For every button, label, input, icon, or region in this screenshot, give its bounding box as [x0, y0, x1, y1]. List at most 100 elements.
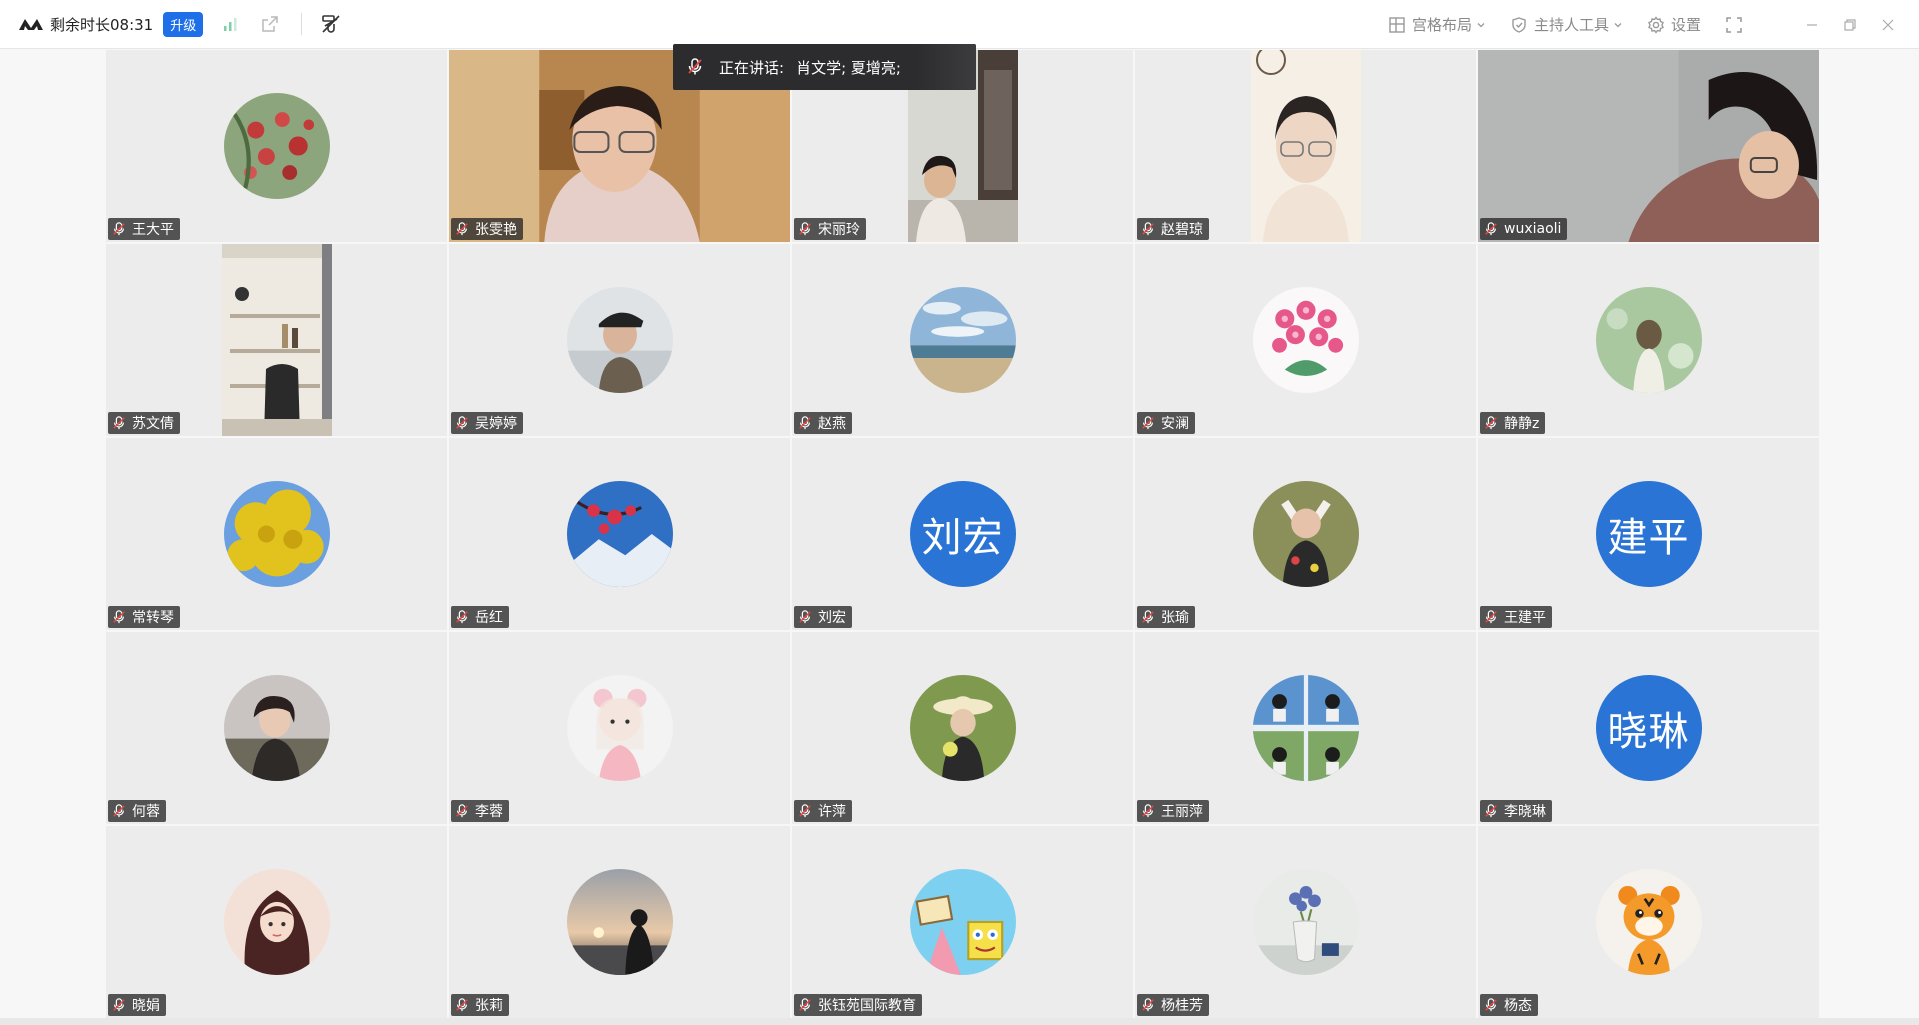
participant-name-tag: 张莉 — [451, 994, 509, 1016]
participant-name-tag: 杨桂芳 — [1137, 994, 1209, 1016]
participant-name: 王建平 — [1504, 610, 1546, 626]
participant-name: 吴婷婷 — [475, 416, 517, 432]
participant-tile[interactable]: 岳红 — [449, 438, 790, 630]
participant-tile[interactable]: 杨桂芳 — [1135, 826, 1476, 1018]
participant-video — [1251, 50, 1361, 242]
participant-avatar — [223, 675, 330, 781]
participant-tile[interactable]: 何蓉 — [106, 632, 447, 824]
share-external-icon[interactable] — [259, 13, 281, 35]
toolbar-divider — [301, 13, 303, 35]
participant-avatar — [223, 481, 330, 587]
participant-tile[interactable]: 王丽萍 — [1135, 632, 1476, 824]
participant-tile[interactable]: 晓娟 — [106, 826, 447, 1018]
mic-muted-icon — [1142, 222, 1154, 236]
mic-muted-icon — [799, 610, 811, 624]
participant-avatar — [1595, 287, 1702, 393]
participant-name: 何蓉 — [132, 804, 160, 820]
mic-muted-icon — [1485, 222, 1497, 236]
mic-muted-icon — [1485, 804, 1497, 818]
close-button[interactable] — [1871, 8, 1905, 42]
participant-name-tag: 常转琴 — [108, 606, 180, 628]
gear-icon — [1648, 15, 1664, 34]
participant-name: 宋丽玲 — [818, 222, 860, 238]
participant-avatar — [909, 287, 1016, 393]
participant-name: 李蓉 — [475, 804, 503, 820]
participant-avatar — [1595, 869, 1702, 975]
participant-name: 李晓琳 — [1504, 804, 1546, 820]
mic-muted-icon — [1485, 416, 1497, 430]
mic-muted-icon — [688, 58, 702, 75]
participant-tile[interactable]: 常转琴 — [106, 438, 447, 630]
participant-name: 王丽萍 — [1161, 804, 1203, 820]
mic-muted-icon — [456, 416, 468, 430]
participant-avatar — [1252, 481, 1359, 587]
settings-button[interactable]: 设置 — [1647, 14, 1701, 35]
mic-muted-icon — [113, 222, 125, 236]
mic-muted-icon — [1485, 998, 1497, 1012]
participant-tile[interactable]: 许萍 — [792, 632, 1133, 824]
participant-avatar — [1252, 869, 1359, 975]
watermark-logo-icon — [916, 44, 976, 90]
participant-name: wuxiaoli — [1504, 221, 1562, 237]
participant-name-tag: 赵燕 — [794, 412, 852, 434]
participant-name-tag: 岳红 — [451, 606, 509, 628]
participant-name: 张瑜 — [1161, 610, 1189, 626]
participant-avatar — [223, 869, 330, 975]
participant-name: 张莉 — [475, 998, 503, 1014]
fullscreen-button[interactable] — [1725, 16, 1749, 34]
participant-avatar — [566, 675, 673, 781]
mic-muted-icon — [799, 998, 811, 1012]
participant-avatar — [223, 93, 330, 199]
signal-bars-icon[interactable] — [219, 13, 241, 35]
mute-all-icon[interactable] — [320, 13, 342, 35]
participant-avatar — [566, 287, 673, 393]
participant-avatar: 晓琳 — [1595, 675, 1702, 781]
host-tools-label: 主持人工具 — [1533, 16, 1609, 34]
participant-tile[interactable]: 吴婷婷 — [449, 244, 790, 436]
participant-tile[interactable]: 刘宏 刘宏 — [792, 438, 1133, 630]
upgrade-button[interactable]: 升级 — [163, 11, 204, 37]
minimize-button[interactable] — [1795, 8, 1829, 42]
grid-layout-icon — [1389, 16, 1405, 33]
restore-button[interactable] — [1833, 8, 1867, 42]
toolbar-right: 宫格布局 主持人工具 设置 — [1388, 0, 1919, 49]
participant-avatar: 建平 — [1595, 481, 1702, 587]
participant-grid: 王大平 张雯艳 宋丽玲 赵碧琼 wuxiaoli 苏文倩 吴婷婷 赵燕 安澜 静静z 常转琴 岳红 刘宏… — [106, 50, 1819, 1018]
participant-name-tag: 许萍 — [794, 800, 852, 822]
participant-avatar — [1252, 675, 1359, 781]
grid-layout-label: 宫格布局 — [1411, 16, 1472, 34]
participant-tile[interactable]: 张瑜 — [1135, 438, 1476, 630]
participant-tile[interactable]: 晓琳李晓琳 — [1478, 632, 1819, 824]
participant-tile[interactable]: 建平王建平 — [1478, 438, 1819, 630]
participant-tile[interactable]: 静静z — [1478, 244, 1819, 436]
participant-tile[interactable]: 李蓉 — [449, 632, 790, 824]
participant-tile[interactable]: 赵碧琼 — [1135, 50, 1476, 242]
participant-tile[interactable]: 张莉 — [449, 826, 790, 1018]
participant-name-tag: 静静z — [1480, 412, 1546, 434]
participant-name-tag: 张钰苑国际教育 — [794, 994, 922, 1016]
participant-name-tag: 苏文倩 — [108, 412, 180, 434]
participant-tile[interactable]: wuxiaoli — [1478, 50, 1819, 242]
host-tools-button[interactable]: 主持人工具 — [1510, 14, 1623, 35]
participant-name: 王大平 — [132, 222, 174, 238]
participant-tile[interactable]: 苏文倩 — [106, 244, 447, 436]
participant-tile[interactable]: 王大平 — [106, 50, 447, 242]
participant-tile[interactable]: 安澜 — [1135, 244, 1476, 436]
shield-icon — [1512, 16, 1526, 33]
participant-name: 赵碧琼 — [1161, 222, 1203, 238]
mic-muted-icon — [456, 804, 468, 818]
participant-name-tag: 李晓琳 — [1480, 800, 1552, 822]
participant-name-tag: 王丽萍 — [1137, 800, 1209, 822]
participant-tile[interactable]: 赵燕 — [792, 244, 1133, 436]
participant-tile[interactable]: 杨态 — [1478, 826, 1819, 1018]
participant-name: 杨态 — [1504, 998, 1532, 1014]
grid-layout-button[interactable]: 宫格布局 — [1388, 14, 1486, 35]
toolbar-left: 剩余时长08:31 升级 — [0, 0, 360, 48]
participant-name: 晓娟 — [132, 998, 160, 1014]
mic-muted-icon — [799, 416, 811, 430]
participant-tile[interactable]: 张钰苑国际教育 — [792, 826, 1133, 1018]
participant-avatar — [566, 869, 673, 975]
top-toolbar: 剩余时长08:31 升级 宫格布局 主持人工具 设置 — [0, 0, 1919, 49]
participant-name: 岳红 — [475, 610, 503, 626]
minimize-icon — [1807, 23, 1817, 26]
